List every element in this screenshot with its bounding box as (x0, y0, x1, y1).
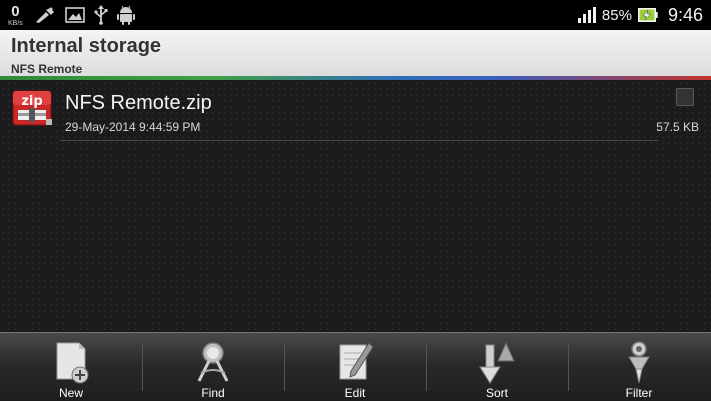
status-bar-system: 85% 9:46 (577, 0, 703, 30)
filter-funnel-icon (628, 341, 650, 384)
location-header: Internal storage NFS Remote (0, 30, 711, 76)
breadcrumb[interactable]: NFS Remote (11, 62, 82, 76)
find-label: Find (201, 386, 225, 400)
list-divider (60, 140, 658, 141)
edit-button[interactable]: Edit (284, 333, 426, 401)
page-title: Internal storage (11, 35, 162, 57)
usb-icon (94, 5, 108, 25)
edit-label: Edit (344, 386, 366, 400)
sort-label: Sort (485, 386, 508, 400)
list-item[interactable]: zip NFS Remote.zip 29-May-2014 9:44:59 P… (0, 86, 711, 140)
zip-file-icon: zip (12, 90, 54, 133)
data-rate-value: 0 (11, 2, 20, 20)
bottom-toolbar: New Find Edit Sort Filter (0, 332, 711, 400)
file-list[interactable]: zip NFS Remote.zip 29-May-2014 9:44:59 P… (0, 80, 711, 332)
new-label: New (58, 386, 83, 400)
data-rate-unit: KB/s (8, 19, 23, 27)
data-rate-indicator: 0 KB/s (8, 4, 23, 27)
clock: 9:46 (667, 4, 703, 25)
signal-icon (577, 7, 596, 23)
image-icon (64, 7, 85, 23)
android-icon (116, 5, 135, 25)
usb-debug-icon (34, 6, 56, 24)
file-select-checkbox[interactable] (676, 88, 694, 106)
zip-icon-text: zip (21, 94, 42, 109)
new-file-icon (56, 342, 89, 384)
file-name: NFS Remote.zip (65, 92, 212, 114)
battery-charging-icon (637, 7, 658, 23)
filter-button[interactable]: Filter (568, 333, 710, 401)
battery-percent: 85% (601, 6, 632, 24)
status-bar: 0 KB/s 85% 9:46 (0, 0, 711, 30)
find-compass-icon (197, 342, 229, 382)
sort-arrows-icon (479, 341, 515, 384)
edit-pencil-icon (339, 342, 374, 380)
new-button[interactable]: New (0, 333, 142, 401)
file-size: 57.5 KB (656, 120, 699, 134)
find-button[interactable]: Find (142, 333, 284, 401)
file-date: 29-May-2014 9:44:59 PM (65, 120, 201, 134)
sort-button[interactable]: Sort (426, 333, 568, 401)
status-bar-notifications: 0 KB/s (8, 0, 135, 30)
filter-label: Filter (625, 386, 653, 400)
